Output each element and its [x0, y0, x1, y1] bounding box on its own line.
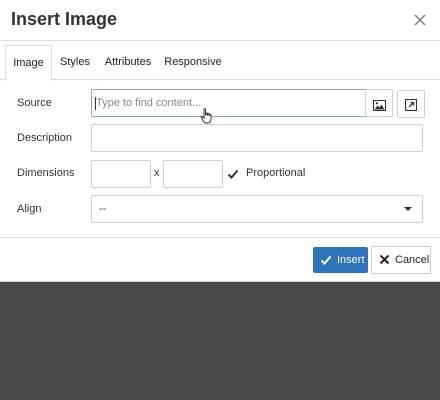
image-browse-icon	[373, 98, 386, 116]
proportional-label: Proportional	[246, 167, 306, 179]
height-input[interactable]	[163, 160, 223, 188]
tab-styles[interactable]: Styles	[56, 45, 94, 80]
hand-pointer-cursor	[200, 108, 214, 124]
source-placeholder: Type to find content...	[96, 97, 202, 109]
checkmark-icon	[227, 169, 239, 179]
dialog-title: Insert Image	[11, 9, 118, 29]
description-label: Description	[17, 132, 73, 144]
x-icon	[379, 254, 390, 268]
proportional-checkbox[interactable]	[226, 167, 240, 181]
width-input[interactable]	[91, 160, 151, 188]
dimensions-separator: x	[154, 167, 160, 179]
align-label: Align	[17, 203, 42, 215]
cancel-button[interactable]: Cancel	[371, 246, 431, 274]
tab-responsive[interactable]: Responsive	[163, 45, 223, 80]
insert-image-dialog: Insert Image Image Styles Attributes Res…	[0, 0, 440, 282]
source-input[interactable]: Type to find content...	[91, 89, 393, 124]
source-label: Source	[17, 97, 52, 109]
cancel-label: Cancel	[395, 254, 430, 266]
dimensions-label: Dimensions	[17, 167, 75, 179]
chevron-down-icon	[404, 207, 412, 211]
modal-backdrop	[0, 282, 440, 400]
dialog-header: Insert Image	[0, 0, 440, 40]
browse-image-button[interactable]	[365, 89, 393, 117]
close-icon[interactable]	[412, 12, 428, 28]
description-input[interactable]	[91, 124, 423, 152]
insert-label: Insert	[337, 254, 365, 266]
align-select[interactable]: --	[91, 195, 423, 223]
tab-bar: Image Styles Attributes Responsive	[0, 40, 440, 81]
insert-button[interactable]: Insert	[313, 247, 368, 273]
popout-icon	[404, 98, 418, 116]
popout-button[interactable]	[397, 90, 425, 118]
align-selected-value: --	[99, 203, 107, 215]
tab-attributes[interactable]: Attributes	[101, 45, 155, 80]
checkmark-icon	[320, 254, 332, 269]
tab-image[interactable]: Image	[5, 45, 52, 81]
